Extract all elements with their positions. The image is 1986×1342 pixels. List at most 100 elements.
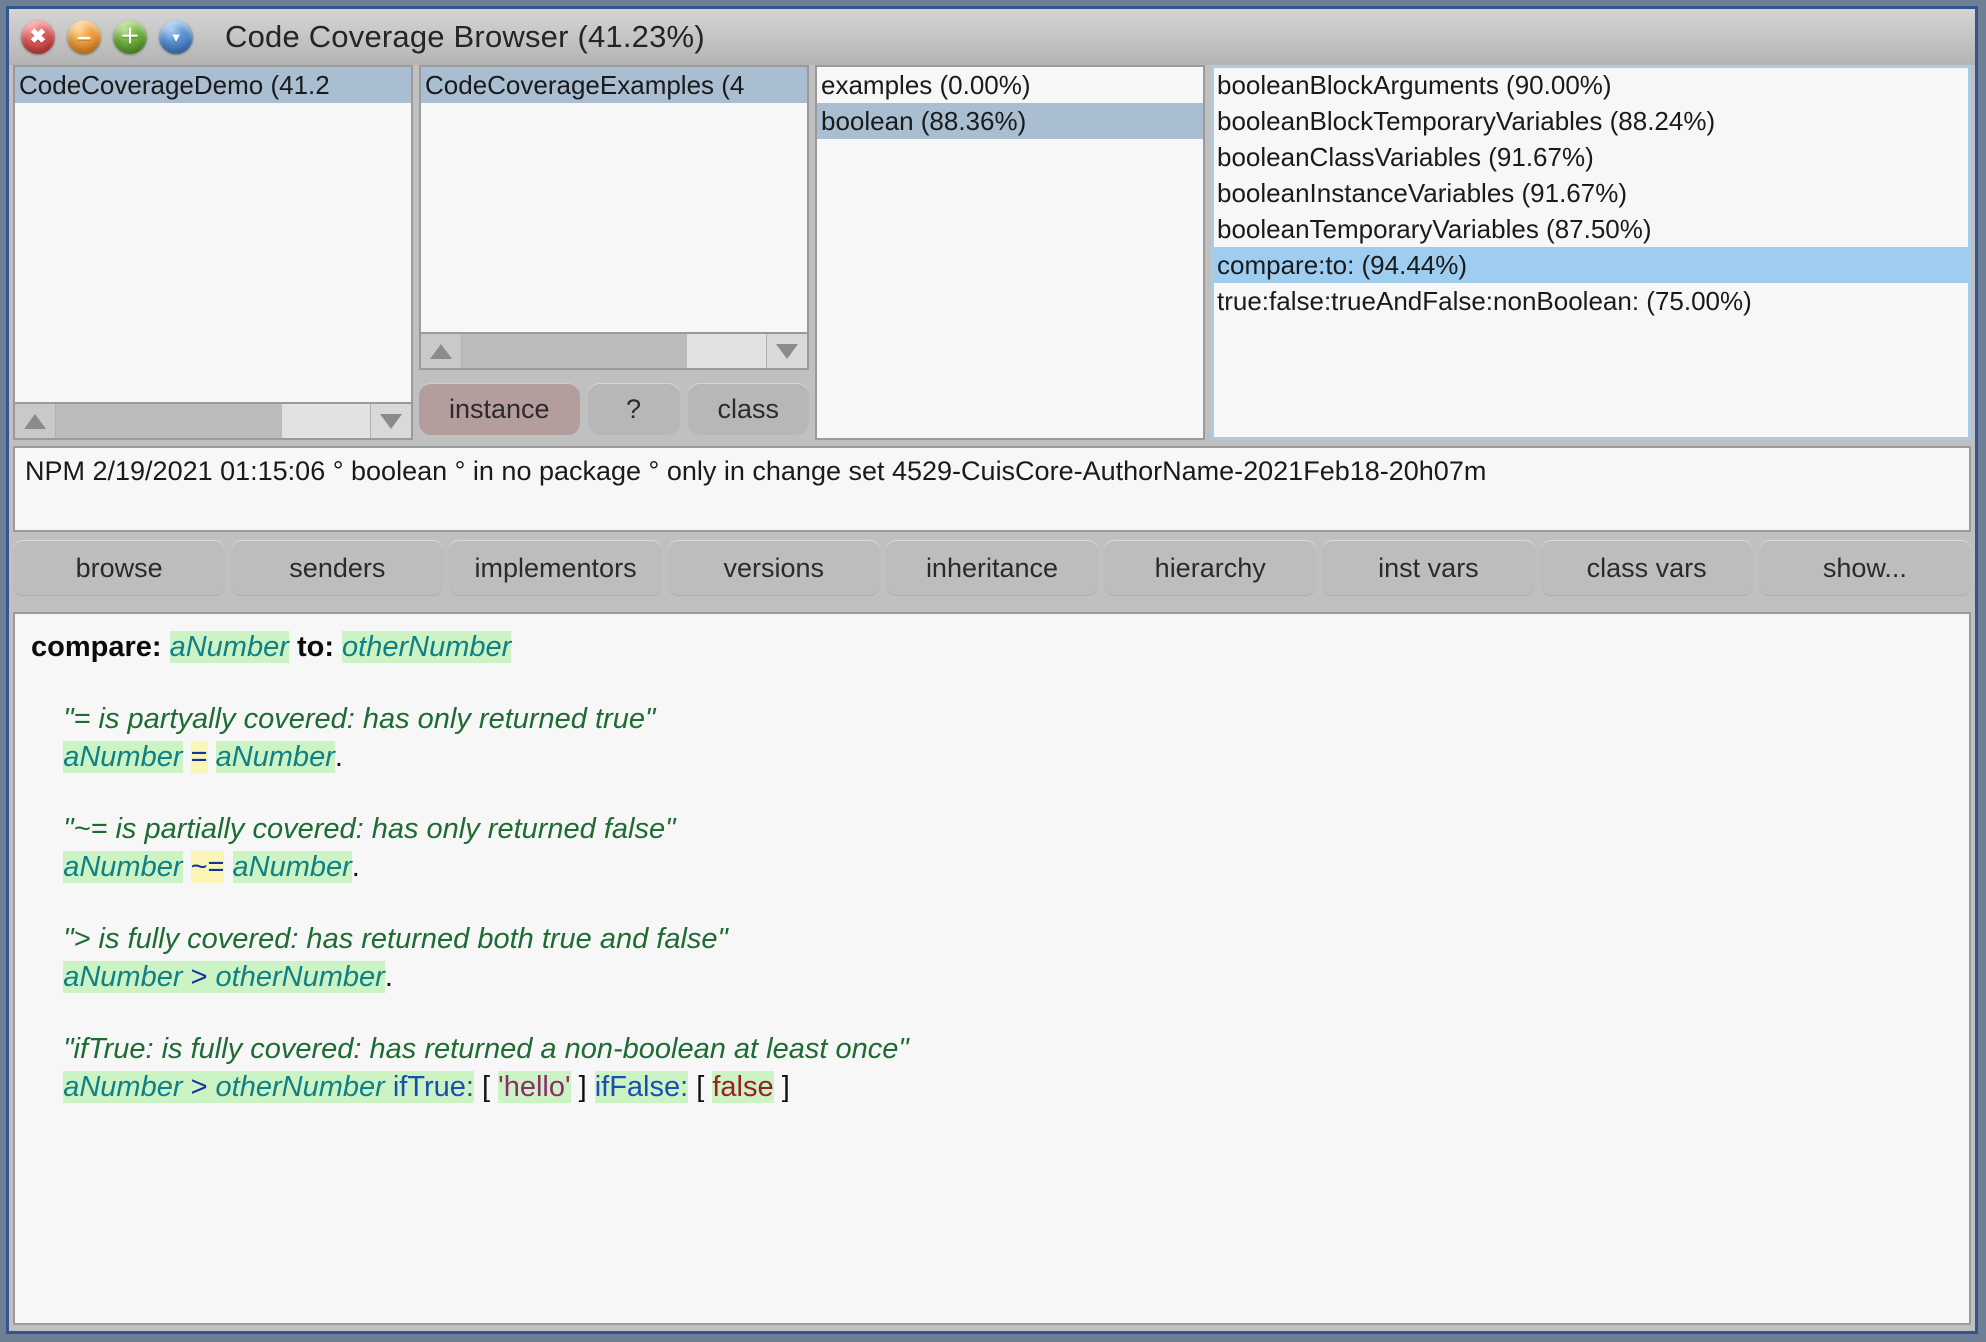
list-item[interactable]: true:false:trueAndFalse:nonBoolean: (75.… xyxy=(1213,283,1969,319)
scroll-track[interactable] xyxy=(462,334,766,368)
code-token: ifTrue: xyxy=(392,1071,474,1103)
code-token: 'hello' xyxy=(498,1071,571,1103)
list-item[interactable]: booleanBlockArguments (90.00%) xyxy=(1213,67,1969,103)
maximize-icon[interactable]: ＋ xyxy=(113,20,147,54)
instance-class-toggle: instance ? class xyxy=(419,370,809,440)
code-token: [ xyxy=(482,1071,491,1103)
scroll-right-icon[interactable] xyxy=(370,404,411,438)
window-titlebar[interactable]: ✖ – ＋ ▼ Code Coverage Browser (41.23%) xyxy=(9,9,1975,65)
methods-list[interactable]: booleanBlockArguments (90.00%) booleanBl… xyxy=(1211,65,1971,440)
list-item[interactable]: booleanClassVariables (91.67%) xyxy=(1213,139,1969,175)
code-token: aNumber xyxy=(63,961,191,993)
methods-pane: booleanBlockArguments (90.00%) booleanBl… xyxy=(1211,65,1971,440)
code-token: > xyxy=(190,1071,208,1103)
source-code-editor[interactable]: compare: aNumber to: otherNumber "= is p… xyxy=(13,612,1971,1325)
scroll-thumb[interactable] xyxy=(56,404,283,438)
close-icon[interactable]: ✖ xyxy=(21,20,55,54)
code-coverage-browser-window: ✖ – ＋ ▼ Code Coverage Browser (41.23%) C… xyxy=(6,6,1978,1334)
message-categories-list[interactable]: examples (0.00%) boolean (88.36%) xyxy=(815,65,1205,440)
hierarchy-button[interactable]: hierarchy xyxy=(1104,540,1317,596)
code-line: "= is partyally covered: has only return… xyxy=(31,700,1953,738)
system-categories-pane: CodeCoverageDemo (41.2 xyxy=(13,65,413,440)
code-line: aNumber > otherNumber. xyxy=(31,958,1953,996)
code-token: "> is fully covered: has returned both t… xyxy=(63,923,728,955)
system-categories-hscrollbar[interactable] xyxy=(13,404,413,440)
scroll-track[interactable] xyxy=(56,404,370,438)
inheritance-button[interactable]: inheritance xyxy=(885,540,1099,596)
code-token: to: xyxy=(296,631,334,663)
scroll-left-icon[interactable] xyxy=(421,334,462,368)
code-token: aNumber xyxy=(63,1071,191,1103)
code-token: ~= xyxy=(190,851,225,883)
code-token: ifFalse: xyxy=(594,1071,689,1103)
close-glyph: ✖ xyxy=(29,26,47,48)
show-button[interactable]: show... xyxy=(1758,540,1971,596)
system-categories-list[interactable]: CodeCoverageDemo (41.2 xyxy=(13,65,413,404)
list-item[interactable]: booleanTemporaryVariables (87.50%) xyxy=(1213,211,1969,247)
inst-vars-button[interactable]: inst vars xyxy=(1322,540,1535,596)
code-token: aNumber xyxy=(63,741,183,773)
minimize-glyph: – xyxy=(76,21,92,51)
code-token: aNumber xyxy=(169,631,289,663)
code-token: . xyxy=(334,741,343,773)
code-token: aNumber xyxy=(63,851,183,883)
scroll-left-icon[interactable] xyxy=(15,404,56,438)
code-token: . xyxy=(351,851,360,883)
code-token: compare: xyxy=(31,631,162,663)
code-line: compare: aNumber to: otherNumber xyxy=(31,628,1953,666)
code-token: ] xyxy=(578,1071,587,1103)
list-item[interactable]: CodeCoverageExamples (4 xyxy=(421,67,807,103)
code-token: "= is partyally covered: has only return… xyxy=(63,703,656,735)
browser-panes: CodeCoverageDemo (41.2 CodeCoverageExamp… xyxy=(9,65,1975,440)
code-token: . xyxy=(384,961,393,993)
instance-button[interactable]: instance xyxy=(419,383,580,435)
list-item[interactable]: CodeCoverageDemo (41.2 xyxy=(15,67,411,103)
status-text: NPM 2/19/2021 01:15:06 ° boolean ° in no… xyxy=(25,456,1487,486)
code-token: false xyxy=(712,1071,774,1103)
code-line: aNumber = aNumber. xyxy=(31,738,1953,776)
code-token: > xyxy=(190,961,208,993)
list-item[interactable]: booleanInstanceVariables (91.67%) xyxy=(1213,175,1969,211)
list-item[interactable]: booleanBlockTemporaryVariables (88.24%) xyxy=(1213,103,1969,139)
list-item[interactable]: boolean (88.36%) xyxy=(817,103,1203,139)
classes-list[interactable]: CodeCoverageExamples (4 xyxy=(419,65,809,334)
class-vars-button[interactable]: class vars xyxy=(1540,540,1753,596)
code-line: aNumber > otherNumber ifTrue: [ 'hello' … xyxy=(31,1068,1953,1106)
implementors-button[interactable]: implementors xyxy=(449,540,662,596)
minimize-icon[interactable]: – xyxy=(67,20,101,54)
class-button[interactable]: class xyxy=(687,383,809,435)
browse-button[interactable]: browse xyxy=(13,540,226,596)
code-token: aNumber xyxy=(215,741,335,773)
list-item[interactable]: examples (0.00%) xyxy=(817,67,1203,103)
list-item[interactable]: compare:to: (94.44%) xyxy=(1213,247,1969,283)
chevron-down-icon[interactable]: ▼ xyxy=(159,20,193,54)
classes-pane: CodeCoverageExamples (4 instance ? class xyxy=(419,65,809,440)
code-line: "~= is partially covered: has only retur… xyxy=(31,810,1953,848)
message-categories-pane: examples (0.00%) boolean (88.36%) xyxy=(815,65,1205,440)
code-line: "ifTrue: is fully covered: has returned … xyxy=(31,1030,1953,1068)
help-button[interactable]: ? xyxy=(587,383,680,435)
scroll-thumb[interactable] xyxy=(462,334,687,368)
scroll-right-icon[interactable] xyxy=(766,334,807,368)
versions-button[interactable]: versions xyxy=(667,540,880,596)
window-title: Code Coverage Browser (41.23%) xyxy=(225,19,705,54)
senders-button[interactable]: senders xyxy=(231,540,444,596)
classes-hscrollbar[interactable] xyxy=(419,334,809,370)
